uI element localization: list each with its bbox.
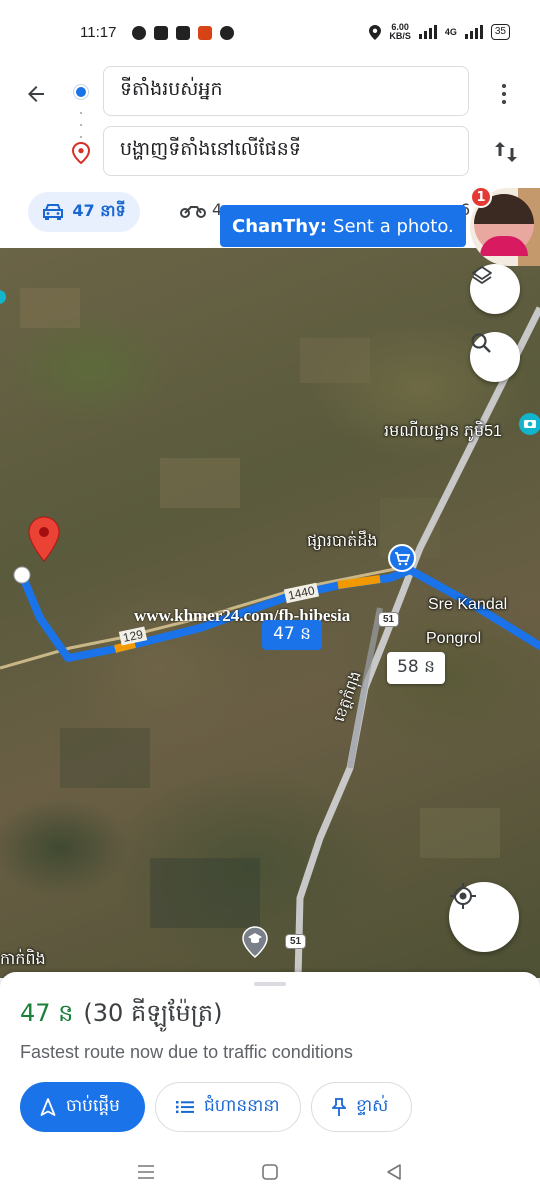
pin-label: ខ្ទាស់ — [356, 1095, 389, 1116]
school-icon[interactable] — [242, 926, 268, 958]
app-icon — [176, 26, 190, 40]
map-view[interactable]: រមណីយដ្ឋាន ភូមិ51 ផ្សារបាត់ដឹង Sre Kanda… — [0, 248, 540, 978]
location-icon — [369, 24, 382, 40]
eta-summary: 47 ន (30 គីឡូម៉ែត្រ) — [20, 998, 222, 1033]
chat-message: Sent a photo. — [333, 215, 454, 237]
layers-icon — [472, 266, 492, 284]
network-type: 4G — [444, 27, 457, 37]
mode-motorcycle-button[interactable]: 4 — [180, 200, 222, 219]
back-button[interactable] — [20, 78, 52, 110]
search-icon — [471, 333, 491, 353]
chat-head-toast[interactable]: ChanThy: Sent a photo. — [220, 205, 466, 247]
pin-icon — [332, 1098, 346, 1116]
start-button[interactable]: ចាប់ផ្ដើម — [20, 1082, 145, 1132]
status-indicators: 6.00 KB/S 4G 35 — [369, 23, 510, 41]
facebook-icon — [132, 26, 146, 40]
swap-button[interactable] — [490, 136, 522, 168]
eta-duration: 47 ន — [20, 999, 74, 1027]
notification-icons — [132, 26, 234, 40]
my-location-icon — [450, 883, 476, 909]
dropped-pin-icon[interactable] — [28, 516, 60, 562]
messenger-icon — [220, 26, 234, 40]
signal-icon — [418, 25, 437, 39]
network-speed: 6.00 KB/S — [389, 22, 411, 41]
route-time-badge[interactable]: 47 ន — [262, 620, 322, 650]
my-location-button[interactable] — [449, 882, 519, 952]
alt-route-time-badge[interactable]: 58 ន — [387, 652, 445, 684]
camera-icon[interactable] — [518, 412, 540, 438]
label-sre-kandal: Sre Kandal — [428, 596, 508, 613]
start-label: ចាប់ផ្ដើម — [66, 1095, 120, 1116]
arrow-back-icon — [28, 86, 44, 102]
recents-icon[interactable] — [137, 1164, 155, 1180]
layers-button[interactable] — [470, 264, 520, 314]
origin-input[interactable]: ទីតាំងរបស់អ្នក — [103, 66, 469, 116]
status-time: 11:17 — [80, 24, 117, 41]
back-nav-icon[interactable] — [386, 1164, 402, 1180]
navigation-arrow-icon — [40, 1098, 56, 1116]
signal-icon-2 — [464, 25, 483, 39]
car-icon — [43, 204, 64, 220]
steps-label: ជំហាននានា — [204, 1095, 280, 1116]
drag-handle[interactable] — [254, 982, 286, 986]
system-nav-bar — [0, 1148, 540, 1200]
map-search-button[interactable] — [470, 332, 520, 382]
status-bar: 11:17 6.00 KB/S 4G 35 — [0, 0, 540, 64]
chat-badge: 1 — [470, 186, 492, 208]
more-options-button[interactable] — [494, 78, 514, 110]
home-icon[interactable] — [262, 1164, 278, 1180]
pin-button[interactable]: ខ្ទាស់ — [311, 1082, 412, 1132]
destination-pin-icon — [72, 142, 90, 164]
eta-distance: (30 គីឡូម៉ែត្រ) — [83, 999, 223, 1027]
swap-vert-icon — [495, 142, 517, 162]
route-dots-icon — [80, 112, 82, 138]
label-camp: រមណីយដ្ឋាន ភូមិ51 — [384, 423, 502, 440]
origin-dot-icon — [74, 85, 88, 99]
route-note: Fastest route now due to traffic conditi… — [20, 1042, 353, 1062]
drive-time: 47 នាទី — [72, 201, 126, 220]
highway-51 — [294, 306, 540, 978]
mode-drive-button[interactable]: 47 នាទី — [28, 192, 140, 232]
steps-button[interactable]: ជំហាននានា — [155, 1082, 301, 1132]
app-icon-2 — [198, 26, 212, 40]
list-icon — [176, 1101, 194, 1114]
shopping-cart-icon[interactable] — [388, 544, 416, 572]
label-pongrol: Pongrol — [426, 630, 482, 647]
route-start-dot — [13, 566, 31, 584]
battery-icon: 35 — [490, 24, 510, 40]
road-51-shield-top: 51 — [378, 612, 400, 627]
motorcycle-icon — [180, 205, 206, 218]
label-edge: កាក់ពិង — [0, 951, 46, 968]
label-market: ផ្សារបាត់ដឹង — [307, 533, 378, 550]
route-actions: ចាប់ផ្ដើម ជំហាននានា ខ្ទាស់ — [20, 1082, 412, 1132]
chat-sender: ChanThy: — [232, 215, 328, 237]
destination-input[interactable]: បង្ហាញទីតាំងនៅលើផែនទី — [103, 126, 469, 176]
road-51-shield-bottom: 51 — [285, 934, 307, 949]
tiktok-icon — [154, 26, 168, 40]
